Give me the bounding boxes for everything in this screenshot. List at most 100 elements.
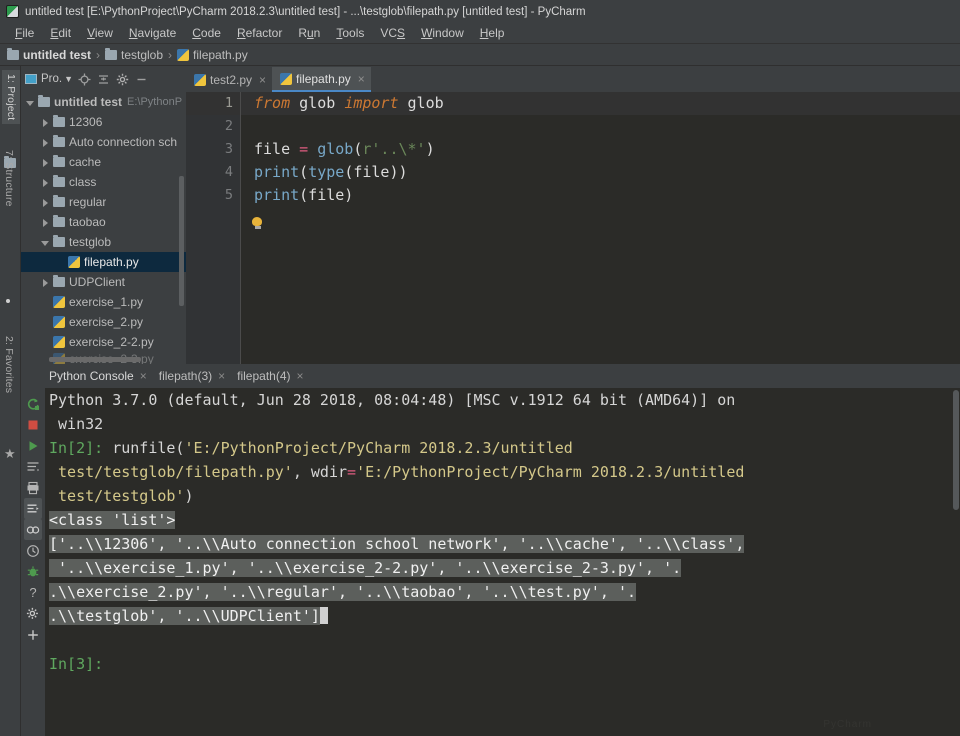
folder-icon — [53, 277, 65, 287]
tree-item-selected[interactable]: filepath.py — [21, 252, 186, 272]
settings-gear-icon[interactable] — [115, 72, 130, 87]
soft-wrap-icon[interactable] — [24, 456, 42, 477]
print-icon[interactable] — [24, 477, 42, 498]
breadcrumb-list: untitled test›testglob›filepath.py — [7, 48, 248, 62]
favorites-star-icon: ★ — [4, 446, 16, 462]
close-icon[interactable]: × — [358, 72, 365, 86]
chevron-right-icon[interactable] — [40, 157, 51, 168]
console-output[interactable]: Python 3.7.0 (default, Jun 28 2018, 08:0… — [45, 388, 960, 736]
history-icon[interactable] — [24, 540, 42, 561]
run-icon[interactable] — [24, 435, 42, 456]
menu-item-view[interactable]: View — [79, 26, 121, 40]
chevron-right-icon[interactable] — [40, 117, 51, 128]
chevron-down-icon[interactable] — [25, 97, 36, 108]
console-token: test/testglob' — [58, 487, 184, 505]
editor-code-area[interactable]: 12345 from glob import glob file = glob(… — [186, 92, 960, 364]
sidebar-item-favorites[interactable]: 2: Favorites — [3, 336, 15, 393]
editor-lines[interactable]: from glob import glob file = glob(r'..\*… — [241, 92, 960, 364]
console-token: win32 — [49, 415, 103, 433]
tree-item[interactable]: UDPClient — [21, 272, 186, 292]
code-line[interactable]: from glob import glob — [241, 92, 960, 115]
close-icon[interactable]: × — [140, 369, 147, 383]
tree-item[interactable]: taobao — [21, 212, 186, 232]
scroll-to-end-icon[interactable] — [24, 498, 42, 519]
menu-item-run[interactable]: Run — [290, 26, 328, 40]
tree-horizontal-scrollbar[interactable] — [49, 357, 141, 362]
console-scrollbar[interactable] — [953, 390, 959, 510]
sidebar-item-project[interactable]: 1: Project — [2, 70, 20, 124]
tree-item[interactable]: untitled testE:\PythonP — [21, 92, 186, 112]
tree-vertical-scrollbar[interactable] — [179, 176, 184, 306]
locate-target-icon[interactable] — [77, 72, 92, 87]
code-token: print — [254, 186, 299, 204]
chevron-down-icon[interactable] — [40, 237, 51, 248]
editor-tab-filepath-py[interactable]: filepath.py× — [272, 67, 371, 92]
chevron-right-icon[interactable] — [40, 197, 51, 208]
code-token: print — [254, 163, 299, 181]
menu-item-refactor[interactable]: Refactor — [229, 26, 290, 40]
breadcrumb-item-testglob[interactable]: testglob — [105, 48, 163, 62]
tree-item[interactable]: testglob — [21, 232, 186, 252]
menu-item-navigate[interactable]: Navigate — [121, 26, 184, 40]
code-token: glob — [408, 94, 444, 112]
chevron-right-icon[interactable] — [40, 217, 51, 228]
tree-item[interactable]: 12306 — [21, 112, 186, 132]
code-token: from — [254, 94, 299, 112]
chevron-right-icon[interactable] — [40, 137, 51, 148]
console-tab-label: Python Console — [49, 369, 134, 383]
console-output-line: test/testglob') — [49, 484, 960, 508]
close-icon[interactable]: × — [218, 369, 225, 383]
rerun-icon[interactable] — [24, 393, 42, 414]
tree-item[interactable]: exercise_2-2.py — [21, 332, 186, 352]
lightbulb-icon[interactable] — [252, 217, 263, 230]
chevron-right-icon[interactable] — [40, 277, 51, 288]
menu-item-code[interactable]: Code — [184, 26, 229, 40]
code-line[interactable]: print(type(file)) — [241, 161, 960, 184]
tree-item[interactable]: cache — [21, 152, 186, 172]
breadcrumb-item-filepath-py[interactable]: filepath.py — [177, 48, 248, 62]
project-file-tree[interactable]: untitled testE:\PythonP12306Auto connect… — [21, 92, 186, 364]
menu-item-help[interactable]: Help — [472, 26, 513, 40]
console-tab-filepath-3-[interactable]: filepath(3)× — [153, 369, 231, 383]
settings-gear-icon[interactable] — [24, 603, 42, 624]
menu-item-file[interactable]: File — [7, 26, 42, 40]
tree-item[interactable]: class — [21, 172, 186, 192]
sidebar-item-structure[interactable]: 7: Structure — [3, 150, 15, 207]
console-tab-python-console[interactable]: Python Console × — [43, 369, 153, 383]
tree-item[interactable]: Auto connection sch — [21, 132, 186, 152]
stop-icon[interactable] — [24, 414, 42, 435]
console-output-line: In[2]: runfile('E:/PythonProject/PyCharm… — [49, 436, 960, 460]
console-tab-filepath-4-[interactable]: filepath(4)× — [231, 369, 309, 383]
code-line[interactable]: file = glob(r'..\*') — [241, 138, 960, 161]
code-line[interactable]: print(file) — [241, 184, 960, 207]
collapse-all-icon[interactable] — [96, 72, 111, 87]
project-panel-header: Pro. ▼ — [21, 66, 186, 92]
tree-item[interactable]: exercise_2.py — [21, 312, 186, 332]
editor-tab-test2-py[interactable]: test2.py× — [186, 67, 272, 92]
add-icon[interactable] — [24, 624, 42, 645]
chevron-down-icon[interactable]: ▼ — [64, 74, 73, 84]
debug-icon[interactable] — [24, 561, 42, 582]
menu-item-tools[interactable]: Tools — [328, 26, 372, 40]
tree-item[interactable]: exercise_1.py — [21, 292, 186, 312]
menu-item-vcs[interactable]: VCS — [372, 26, 413, 40]
console-result-text: ['..\\12306', '..\\Auto connection schoo… — [49, 535, 744, 553]
tree-item-label: exercise_1.py — [69, 295, 143, 309]
breadcrumb-item-untitled-test[interactable]: untitled test — [7, 48, 91, 62]
project-panel-title[interactable]: Pro. ▼ — [25, 73, 73, 85]
menu-item-edit[interactable]: Edit — [42, 26, 79, 40]
help-icon[interactable]: ? — [24, 582, 42, 603]
preview-icon[interactable] — [24, 519, 42, 540]
code-line[interactable] — [241, 115, 960, 138]
editor-gutter[interactable]: 12345 — [186, 92, 241, 364]
python-file-icon — [194, 74, 206, 86]
menu-item-window[interactable]: Window — [413, 26, 472, 40]
chevron-right-icon[interactable] — [40, 177, 51, 188]
tree-item[interactable]: regular — [21, 192, 186, 212]
close-icon[interactable]: × — [297, 369, 304, 383]
line-number: 3 — [186, 138, 240, 161]
minimize-icon[interactable] — [134, 72, 149, 87]
close-icon[interactable]: × — [259, 73, 266, 87]
console-prompt[interactable]: In[3]: — [49, 652, 960, 676]
python-console: Python Console×filepath(3)×filepath(4)× — [21, 364, 960, 736]
